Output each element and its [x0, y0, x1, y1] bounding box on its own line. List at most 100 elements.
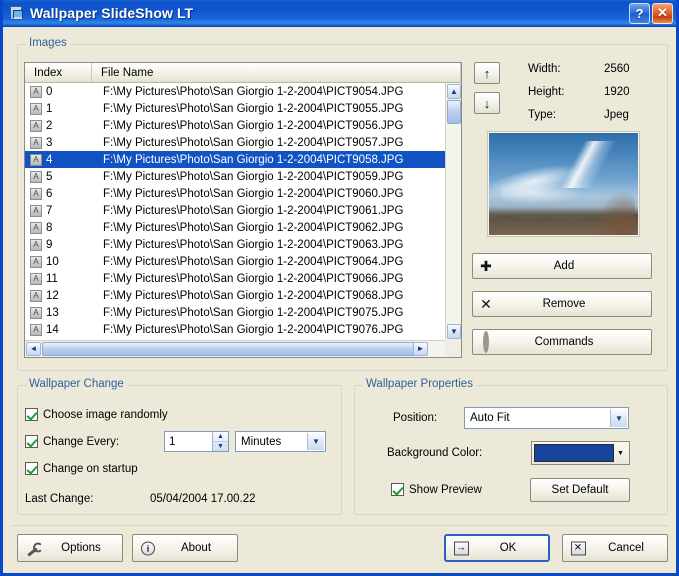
- chevron-down-icon[interactable]: ▼: [614, 450, 627, 457]
- remove-button[interactable]: ✕ Remove: [472, 291, 652, 317]
- row-index-cell: 13: [46, 306, 59, 319]
- table-row[interactable]: A 4 F:\My Pictures\Photo\San Giorgio 1-2-2…: [25, 151, 445, 168]
- last-change-label: Last Change:: [25, 493, 94, 505]
- file-type-icon: A: [30, 238, 42, 251]
- options-button[interactable]: Options: [17, 534, 123, 562]
- wallpaper-properties-label: Wallpaper Properties: [363, 378, 476, 390]
- checkbox-box: [25, 462, 38, 475]
- image-height-value: 1920: [604, 86, 630, 98]
- checkbox-box: [25, 408, 38, 421]
- row-filename-cell: F:\My Pictures\Photo\San Giorgio 1-2-200…: [103, 306, 404, 319]
- spinner-up-icon[interactable]: ▲: [213, 432, 228, 442]
- move-down-button[interactable]: ↓: [474, 92, 500, 114]
- table-row[interactable]: A 14 F:\My Pictures\Photo\San Giorgio 1-2-…: [25, 321, 445, 338]
- gear-icon: [473, 331, 499, 353]
- row-index-cell: 9: [46, 238, 53, 251]
- table-row[interactable]: A 6 F:\My Pictures\Photo\San Giorgio 1-2-2…: [25, 185, 445, 202]
- row-filename-cell: F:\My Pictures\Photo\San Giorgio 1-2-200…: [103, 221, 404, 234]
- list-vertical-scrollbar[interactable]: ▲ ▼: [445, 83, 461, 340]
- about-button[interactable]: i About: [132, 534, 238, 562]
- file-type-icon: A: [30, 306, 42, 319]
- chevron-down-icon[interactable]: ▼: [610, 409, 627, 427]
- image-height-label: Height:: [528, 86, 565, 98]
- help-button[interactable]: ?: [629, 2, 650, 24]
- set-default-button[interactable]: Set Default: [530, 478, 630, 502]
- background-color-picker[interactable]: ▼: [531, 441, 630, 465]
- column-header-index[interactable]: Index: [25, 63, 92, 82]
- interval-value-text: 1: [169, 435, 176, 448]
- row-filename-cell: F:\My Pictures\Photo\San Giorgio 1-2-200…: [103, 255, 404, 268]
- cross-box-icon: ✕: [570, 541, 586, 556]
- column-header-filename[interactable]: File Name: [92, 63, 461, 82]
- table-row[interactable]: A 11 F:\My Pictures\Photo\San Giorgio 1-2-…: [25, 270, 445, 287]
- position-select[interactable]: Auto Fit ▼: [464, 407, 629, 429]
- chevron-down-icon[interactable]: ▼: [307, 433, 324, 450]
- row-index-cell: 1: [46, 102, 53, 115]
- table-row[interactable]: A 0 F:\My Pictures\Photo\San Giorgio 1-2-2…: [25, 83, 445, 100]
- list-header: Index File Name: [25, 63, 461, 83]
- scroll-down-button[interactable]: ▼: [447, 324, 461, 339]
- table-row[interactable]: A 2 F:\My Pictures\Photo\San Giorgio 1-2-2…: [25, 117, 445, 134]
- row-index-cell: 2: [46, 119, 53, 132]
- title-bar-buttons: ? ✕: [629, 2, 673, 24]
- vertical-scroll-thumb[interactable]: [447, 100, 461, 124]
- file-type-icon: A: [30, 85, 42, 98]
- row-index-cell: 8: [46, 221, 53, 234]
- spinner-down-icon[interactable]: ▼: [213, 442, 228, 452]
- list-horizontal-scrollbar[interactable]: ◄ ►: [25, 340, 445, 357]
- interval-spinner[interactable]: ▲ ▼: [212, 432, 228, 451]
- table-row[interactable]: A 3 F:\My Pictures\Photo\San Giorgio 1-2-2…: [25, 134, 445, 151]
- info-icon: i: [140, 541, 156, 556]
- row-index-cell: 12: [46, 289, 59, 302]
- table-row[interactable]: A 5 F:\My Pictures\Photo\San Giorgio 1-2-2…: [25, 168, 445, 185]
- scroll-left-button[interactable]: ◄: [26, 342, 41, 356]
- checkbox-box: [391, 483, 404, 496]
- row-index-cell: 14: [46, 323, 59, 336]
- image-list[interactable]: Index File Name A 0 F:\My Pictures\Photo\S…: [24, 62, 462, 358]
- table-row[interactable]: A 1 F:\My Pictures\Photo\San Giorgio 1-2-2…: [25, 100, 445, 117]
- list-body[interactable]: A 0 F:\My Pictures\Photo\San Giorgio 1-2-2…: [25, 83, 445, 340]
- change-every-checkbox[interactable]: Change Every:: [25, 435, 119, 448]
- commands-button[interactable]: Commands: [472, 329, 652, 355]
- change-on-startup-checkbox[interactable]: Change on startup: [25, 462, 138, 475]
- show-preview-checkbox[interactable]: Show Preview: [391, 483, 482, 496]
- window-title: Wallpaper SlideShow LT: [30, 5, 194, 21]
- file-type-icon: A: [30, 102, 42, 115]
- add-button-label: Add: [553, 260, 575, 272]
- move-up-button[interactable]: ↑: [474, 62, 500, 84]
- horizontal-scroll-thumb[interactable]: [42, 342, 415, 356]
- scroll-up-button[interactable]: ▲: [447, 84, 461, 99]
- choose-image-randomly-checkbox[interactable]: Choose image randomly: [25, 408, 168, 421]
- table-row[interactable]: A 13 F:\My Pictures\Photo\San Giorgio 1-2-…: [25, 304, 445, 321]
- background-color-swatch[interactable]: [534, 444, 614, 462]
- row-filename-cell: F:\My Pictures\Photo\San Giorgio 1-2-200…: [103, 119, 404, 132]
- row-filename-cell: F:\My Pictures\Photo\San Giorgio 1-2-200…: [103, 170, 404, 183]
- ok-button[interactable]: → OK: [444, 534, 550, 562]
- file-type-icon: A: [30, 136, 42, 149]
- add-button[interactable]: ✚ Add: [472, 253, 652, 279]
- about-label: About: [180, 542, 212, 554]
- interval-value-input[interactable]: 1 ▲ ▼: [164, 431, 229, 452]
- image-type-label: Type:: [528, 109, 557, 121]
- table-row[interactable]: A 12 F:\My Pictures\Photo\San Giorgio 1-2-…: [25, 287, 445, 304]
- image-preview: [487, 131, 640, 237]
- change-every-label: Change Every:: [43, 435, 120, 448]
- scroll-right-button[interactable]: ►: [413, 342, 428, 356]
- interval-unit-value: Minutes: [241, 435, 282, 448]
- file-type-icon: A: [30, 119, 42, 132]
- close-button[interactable]: ✕: [652, 2, 673, 24]
- table-row[interactable]: A 8 F:\My Pictures\Photo\San Giorgio 1-2-2…: [25, 219, 445, 236]
- file-type-icon: A: [30, 272, 42, 285]
- wrench-icon: [25, 541, 43, 556]
- table-row[interactable]: A 7 F:\My Pictures\Photo\San Giorgio 1-2-2…: [25, 202, 445, 219]
- file-type-icon: A: [30, 323, 42, 336]
- wallpaper-app-icon: [8, 5, 25, 22]
- row-filename-cell: F:\My Pictures\Photo\San Giorgio 1-2-200…: [103, 136, 404, 149]
- interval-unit-select[interactable]: Minutes ▼: [235, 431, 326, 452]
- table-row[interactable]: A 9 F:\My Pictures\Photo\San Giorgio 1-2-2…: [25, 236, 445, 253]
- cancel-button[interactable]: ✕ Cancel: [562, 534, 668, 562]
- arrow-right-icon: →: [453, 541, 469, 556]
- row-filename-cell: F:\My Pictures\Photo\San Giorgio 1-2-200…: [103, 153, 404, 166]
- table-row[interactable]: A 10 F:\My Pictures\Photo\San Giorgio 1-2-…: [25, 253, 445, 270]
- images-group-label: Images: [26, 37, 70, 49]
